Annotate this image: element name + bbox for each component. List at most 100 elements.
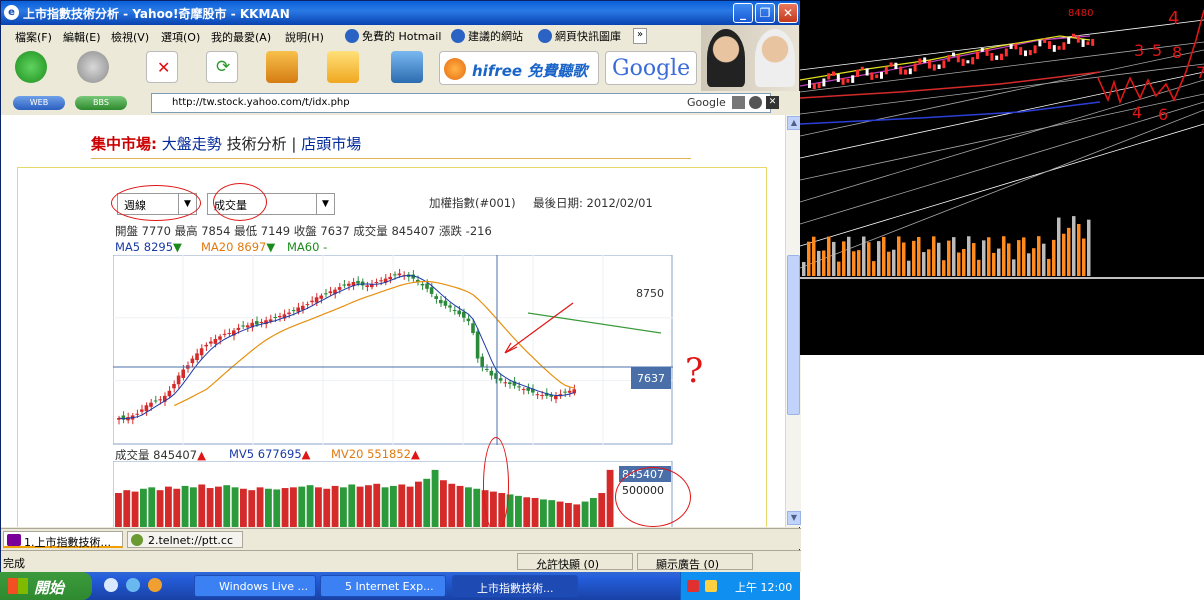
r-candle [952, 52, 955, 57]
nav-link-trend[interactable]: 大盤走勢 [162, 135, 222, 153]
volume-bar [390, 485, 397, 527]
volume-bar [248, 490, 256, 527]
r-volume-bar [1077, 223, 1081, 276]
candle-body [273, 316, 277, 318]
r-volume-bar [1062, 233, 1066, 276]
link-suggested-sites[interactable]: 建議的網站 [451, 28, 523, 46]
scroll-down-icon[interactable]: ▼ [787, 511, 801, 525]
volume-bar [165, 486, 172, 527]
candle-body [517, 386, 521, 388]
bbs-button[interactable]: BBS [75, 96, 127, 110]
candle-body [305, 304, 310, 306]
nav-link-otc[interactable]: 店頭市場 [301, 135, 361, 153]
r-volume-bar [872, 261, 876, 276]
candle-body [144, 405, 149, 412]
links-overflow-chevron-icon[interactable]: » [633, 28, 647, 44]
link-hotmail[interactable]: 免費的 Hotmail [345, 28, 441, 46]
candle-body [485, 369, 489, 371]
r-volume-bar [902, 242, 906, 276]
back-icon[interactable] [15, 51, 47, 83]
r-candle [980, 48, 984, 52]
volume-bar [273, 489, 281, 527]
menu-edit[interactable]: 編輯(E) [63, 29, 101, 45]
tray-icon[interactable] [705, 580, 717, 592]
web-button[interactable]: WEB [13, 96, 65, 110]
task-windows-live[interactable]: Windows Live ... [194, 575, 316, 597]
candle-body [489, 370, 494, 376]
tray-icon[interactable] [687, 580, 699, 592]
menu-favorites[interactable]: 我的最愛(A) [211, 29, 271, 45]
ad-blocker[interactable]: 顯示廣告 (0) [637, 553, 753, 571]
forward-icon[interactable] [77, 51, 109, 83]
r-candle [808, 80, 811, 88]
latest-date: 最後日期: 2012/02/01 [533, 196, 653, 210]
tab-telnet[interactable]: 2.telnet://ptt.cc [127, 531, 243, 548]
nav-separator: | [291, 135, 297, 153]
restore-button[interactable]: ❐ [755, 3, 775, 23]
menu-options[interactable]: 選項(O) [161, 29, 200, 45]
link-web-slice-gallery[interactable]: 網頁快訊圖庫 [538, 28, 621, 46]
new-tab-icon[interactable] [732, 96, 745, 109]
url-input[interactable]: http://tw.stock.yahoo.com/t/idx.php [151, 93, 771, 113]
menu-help[interactable]: 說明(H) [285, 29, 324, 45]
close-button[interactable]: ✕ [778, 3, 798, 23]
candle-body [379, 280, 383, 282]
scroll-up-icon[interactable]: ▲ [787, 116, 801, 130]
candle-body [291, 310, 296, 312]
volume-bar [315, 487, 322, 527]
close-search-icon[interactable]: ✕ [766, 96, 779, 109]
candle-body [319, 295, 323, 299]
quicklaunch-browser-icon[interactable] [126, 578, 140, 592]
volume-bar [123, 490, 131, 527]
r-volume-bar [1067, 227, 1071, 276]
r-candle [908, 68, 912, 75]
ohlc-summary: 開盤 7770 最高 7854 最低 7149 收盤 7637 成交量 8454… [115, 224, 492, 238]
nav-breadcrumb: 集中市場: 大盤走勢 技術分析 | 店頭市場 [91, 133, 361, 154]
candle-body [176, 375, 181, 385]
r-candle [1048, 41, 1051, 50]
volume-bar [548, 500, 556, 527]
popup-blocker[interactable]: 允許快顯 (0) [517, 553, 633, 571]
dropdown-icon[interactable] [749, 96, 762, 109]
vertical-scrollbar[interactable]: ▲ ▼ [785, 115, 801, 527]
volume-bar [140, 488, 147, 527]
favorites-folder-icon[interactable] [327, 51, 359, 83]
red-annotation-ellipse [213, 183, 267, 221]
telnet-icon [131, 534, 143, 546]
google-logo-button[interactable]: Google [605, 51, 697, 85]
tab-active[interactable]: 1.上市指數技術... [3, 531, 123, 549]
quicklaunch-media-icon[interactable] [148, 578, 162, 592]
hifree-button[interactable]: hifree 免費聽歌 [439, 51, 599, 85]
volume-bar [323, 488, 331, 527]
volume-bar [356, 486, 364, 527]
annotation-num: 8 [1172, 43, 1182, 62]
refresh-icon[interactable]: ⟳ [206, 51, 238, 83]
r-candle [1086, 41, 1090, 46]
title-bar[interactable]: e 上市指數技術分析 - Yahoo!奇摩股市 - KKMAN _ ❐ ✕ [1, 1, 801, 25]
r-volume-bar [912, 240, 916, 276]
scroll-thumb[interactable] [787, 255, 800, 415]
r-volume-bar [957, 252, 961, 276]
stop-icon[interactable]: ✕ [146, 51, 178, 83]
candle-body [457, 310, 461, 315]
minimize-button[interactable]: _ [733, 3, 753, 23]
menu-file[interactable]: 檔案(F) [15, 29, 52, 45]
volume-bar [540, 499, 547, 527]
task-internet-explorer[interactable]: 5 Internet Exp... [320, 575, 446, 597]
volume-bar [531, 498, 539, 527]
r-volume-bar [802, 262, 806, 276]
menu-view[interactable]: 檢視(V) [111, 29, 149, 45]
r-volume-bar [922, 252, 926, 276]
window-title: 上市指數技術分析 - Yahoo!奇摩股市 - KKMAN [23, 7, 290, 21]
home-icon[interactable] [266, 51, 298, 83]
clock: 上午 12:00 [735, 581, 793, 594]
quicklaunch-ie-icon[interactable] [104, 578, 118, 592]
candle-body [521, 389, 526, 391]
task-stock-chart[interactable]: 上市指數技術... [452, 575, 578, 597]
start-button[interactable]: 開始 [0, 572, 92, 600]
r-candle [846, 78, 850, 83]
browser-window: e 上市指數技術分析 - Yahoo!奇摩股市 - KKMAN _ ❐ ✕ 檔案… [0, 0, 801, 572]
r-candle [812, 83, 816, 90]
cube-icon[interactable] [391, 51, 423, 83]
r-candle [1076, 35, 1080, 43]
